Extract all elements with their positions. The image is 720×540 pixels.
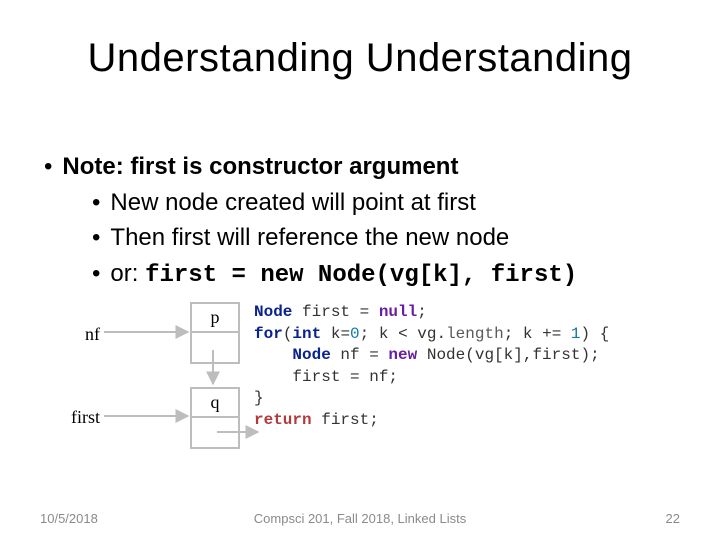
bullet-text: Then first will reference the new node: [110, 224, 509, 251]
bullet-level2: • Then first will reference the new node: [92, 221, 684, 255]
bullet-dot: •: [92, 224, 100, 251]
bullet-text: Note: first is constructor argument: [62, 153, 458, 180]
linked-list-diagram: nf first p q: [62, 302, 237, 452]
slide: Understanding Understanding • Note: first…: [0, 0, 720, 540]
footer-course: Compsci 201, Fall 2018, Linked Lists: [0, 511, 720, 526]
bullet-list: • Note: first is constructor argument • Ne…: [44, 150, 684, 294]
bullet-text-prefix: or:: [110, 260, 145, 287]
bullet-code: first = new Node(vg[k], first): [145, 262, 577, 289]
bullet-text: New node created will point at first: [110, 189, 476, 216]
bullet-dot: •: [92, 260, 100, 287]
bullet-dot: •: [92, 189, 100, 216]
bullet-level2: • or: first = new Node(vg[k], first): [92, 257, 684, 293]
bullet-level1: • Note: first is constructor argument: [44, 150, 684, 184]
footer-page-number: 22: [666, 511, 680, 526]
slide-title: Understanding Understanding: [0, 36, 720, 81]
bullet-level2: • New node created will point at first: [92, 186, 684, 220]
code-snippet: Node first = null; for(int k=0; k < vg.l…: [254, 302, 609, 432]
bullet-dot: •: [44, 153, 52, 180]
diagram-arrows: [62, 302, 262, 462]
